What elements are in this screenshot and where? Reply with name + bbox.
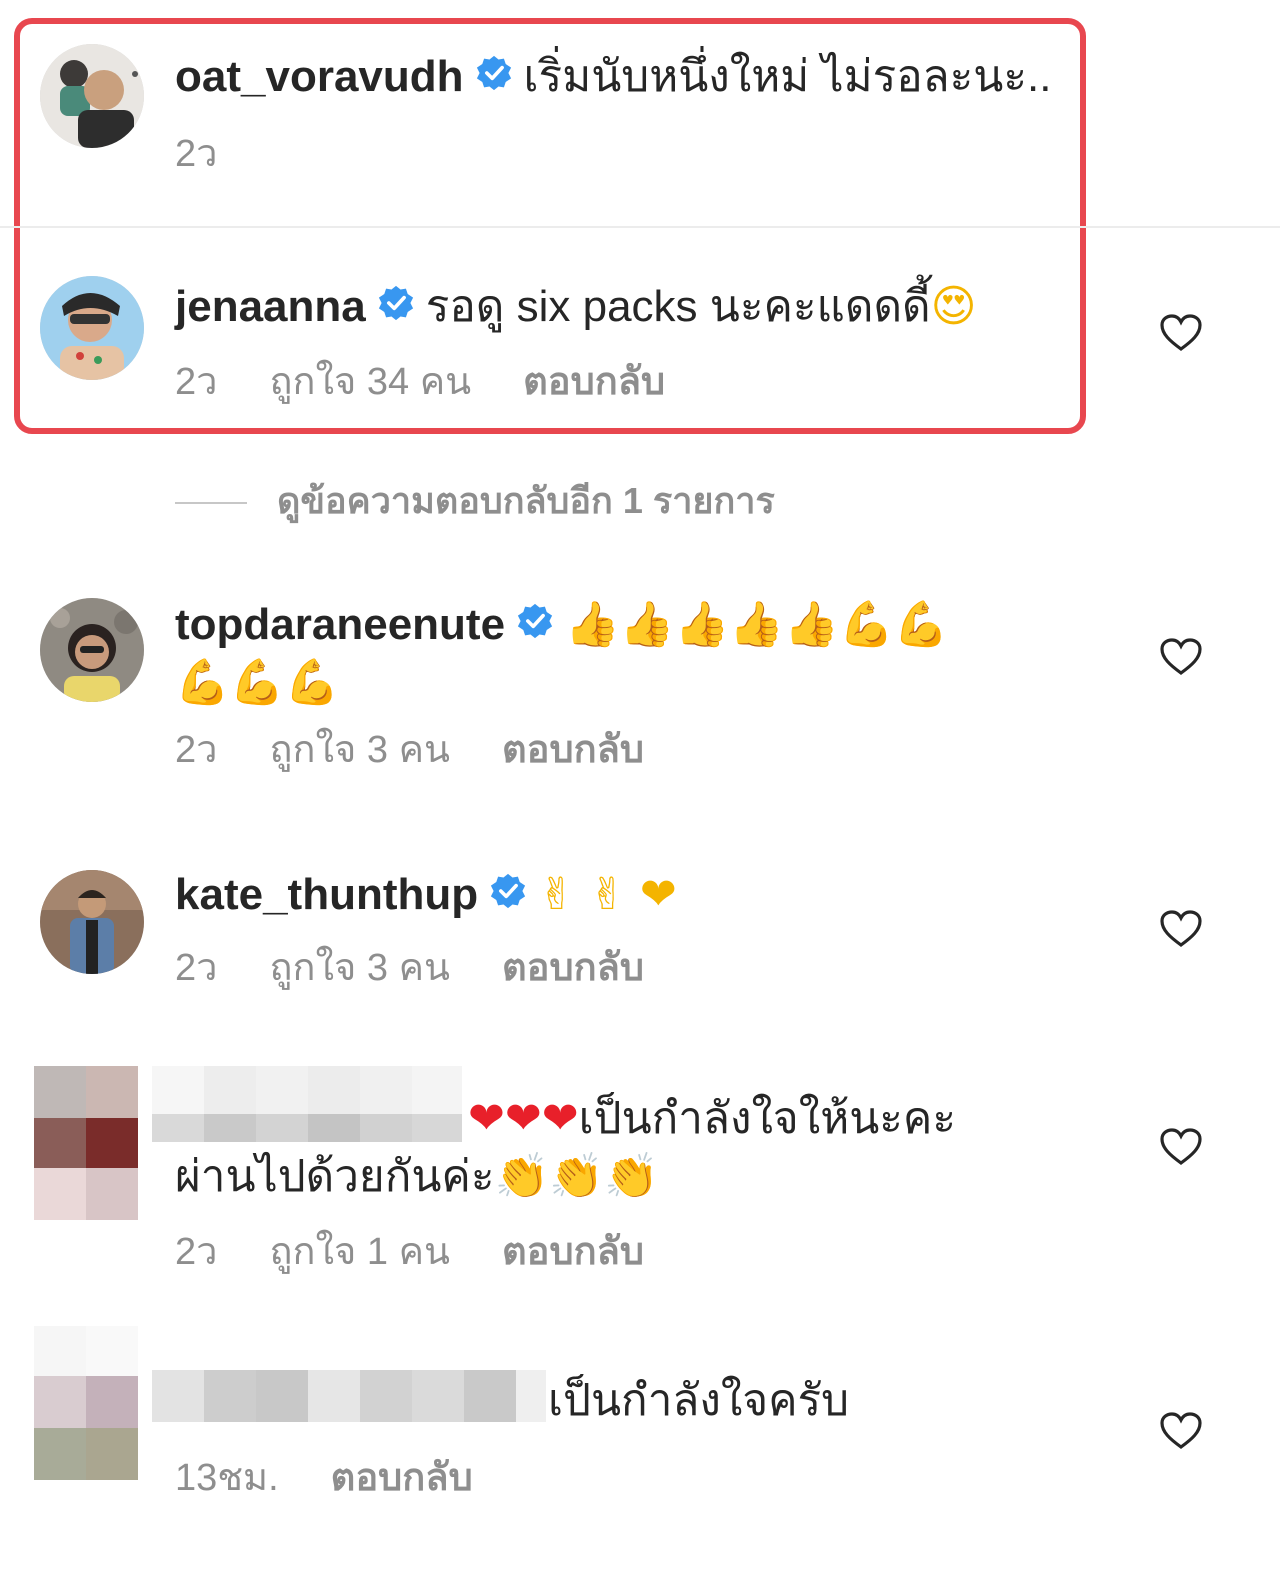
comment-time: 2ว <box>175 947 218 989</box>
username[interactable]: oat_voravudh <box>175 52 464 101</box>
reply-button[interactable]: ตอบกลับ <box>523 361 665 403</box>
comment-time: 13ชม. <box>175 1457 279 1499</box>
blurred-username <box>152 1370 546 1422</box>
like-heart-icon[interactable] <box>1160 638 1202 676</box>
avatar[interactable] <box>40 870 144 974</box>
comment-meta: 2ว ถูกใจ 34 คน ตอบกลับ <box>175 358 717 406</box>
comment-divider <box>0 226 1280 228</box>
comment-line: ❤❤❤เป็นกำลังใจให้นะคะ <box>468 1090 956 1148</box>
username[interactable]: jenaanna <box>175 282 366 331</box>
muscle-emoji: 💪💪💪 <box>175 657 340 708</box>
comment-line: oat_voravudh เริ่มนับหนึ่งใหม่ ไม่รอละนะ.… <box>175 48 1051 106</box>
comment-meta: 2ว ถูกใจ 3 คน ตอบกลับ <box>175 944 696 992</box>
comment-time: 2ว <box>175 133 218 175</box>
comment-meta: 2ว ถูกใจ 1 คน ตอบกลับ <box>175 1228 696 1276</box>
avatar[interactable] <box>40 44 144 148</box>
avatar-photo <box>40 870 144 974</box>
reply-button[interactable]: ตอบกลับ <box>502 947 644 989</box>
clapping-hands-emoji: 👏👏👏 <box>494 1151 659 1202</box>
verified-badge-icon <box>476 56 511 91</box>
reply-button[interactable]: ตอบกลับ <box>502 1231 644 1273</box>
view-replies-dash <box>175 502 247 505</box>
blurred-avatar[interactable] <box>34 1326 138 1480</box>
comment-text: เริ่มนับหนึ่งใหม่ ไม่รอละนะ.. <box>523 52 1052 101</box>
comment-line: เป็นกำลังใจครับ <box>548 1372 849 1430</box>
username[interactable]: topdaraneenute <box>175 600 505 649</box>
comment-line: topdaraneenute 👍👍👍👍👍💪💪 <box>175 596 949 654</box>
thumbs-up-muscle-emoji: 👍👍👍👍👍💪💪 <box>565 599 949 650</box>
comment-likes[interactable]: ถูกใจ 3 คน <box>269 729 449 771</box>
comment-line: jenaanna รอดู six packs นะคะแดดดี้😍 <box>175 278 977 336</box>
comment-text: เป็นกำลังใจครับ <box>548 1376 850 1425</box>
verified-badge-icon <box>517 604 553 639</box>
comment-time: 2ว <box>175 1231 218 1273</box>
view-replies-label: ดูข้อความตอบกลับอีก 1 รายการ <box>277 480 775 521</box>
comment-text: ผ่านไปด้วยกันค่ะ <box>175 1152 495 1201</box>
verified-badge-icon <box>491 874 526 909</box>
blurred-avatar[interactable] <box>34 1066 138 1220</box>
comment-text: เป็นกำลังใจให้นะคะ <box>578 1094 956 1143</box>
view-replies-button[interactable]: ดูข้อความตอบกลับอีก 1 รายการ <box>175 478 775 524</box>
reply-button[interactable]: ตอบกลับ <box>502 729 644 771</box>
like-heart-icon[interactable] <box>1160 1412 1202 1450</box>
comment-meta: 2ว <box>175 130 269 178</box>
avatar-photo <box>40 44 144 148</box>
username[interactable]: kate_thunthup <box>175 870 478 919</box>
comment-time: 2ว <box>175 361 218 403</box>
comment-meta: 2ว ถูกใจ 3 คน ตอบกลับ <box>175 726 696 774</box>
comment-likes[interactable]: ถูกใจ 3 คน <box>269 947 449 989</box>
verified-badge-icon <box>378 286 413 321</box>
like-heart-icon[interactable] <box>1160 1128 1202 1166</box>
comment-meta: 13ชม. ตอบกลับ <box>175 1454 525 1502</box>
avatar[interactable] <box>40 598 144 702</box>
comment-likes[interactable]: ถูกใจ 1 คน <box>269 1231 449 1273</box>
comment-text: รอดู six packs นะคะแดดดี้ <box>425 282 931 331</box>
comment-line-2: ผ่านไปด้วยกันค่ะ👏👏👏 <box>175 1148 659 1206</box>
red-heart-emoji: ❤❤❤ <box>468 1093 579 1144</box>
like-heart-icon[interactable] <box>1160 910 1202 948</box>
avatar-photo <box>40 276 144 380</box>
avatar-photo <box>40 598 144 702</box>
like-heart-icon[interactable] <box>1160 314 1202 352</box>
comment-line-2: 💪💪💪 <box>175 654 339 712</box>
comment-time: 2ว <box>175 729 218 771</box>
blurred-username <box>152 1066 462 1142</box>
comment-likes[interactable]: ถูกใจ 34 คน <box>269 361 471 403</box>
avatar[interactable] <box>40 276 144 380</box>
heart-eyes-emoji: 😍 <box>930 281 977 332</box>
comment-line: kate_thunthup ✌ ✌ ❤ <box>175 866 677 924</box>
peace-heart-emoji: ✌ ✌ ❤ <box>538 869 677 920</box>
reply-button[interactable]: ตอบกลับ <box>331 1457 473 1499</box>
